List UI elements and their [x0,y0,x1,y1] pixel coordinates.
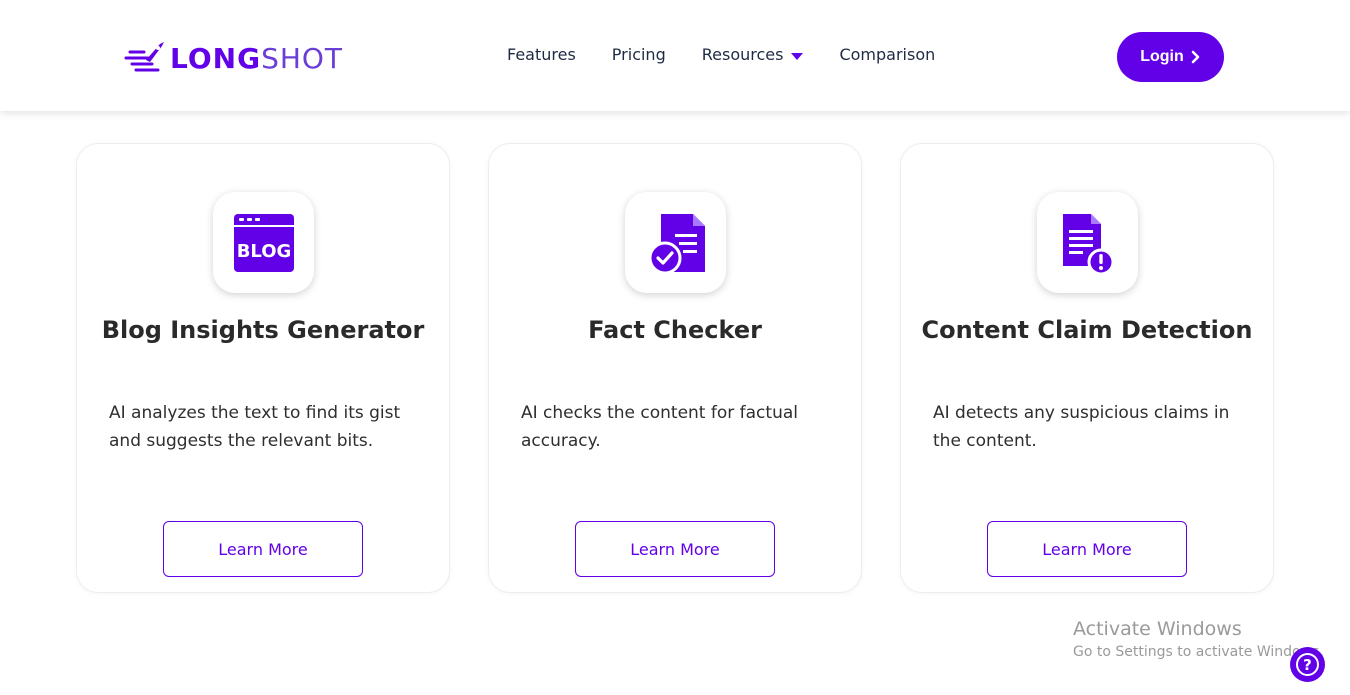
rocket-logo-icon [124,42,164,72]
logo-wordmark: LONGSHOT [170,42,343,75]
learn-more-button[interactable]: Learn More [163,521,363,577]
nav-item-resources[interactable]: Resources [702,45,804,64]
feature-icon-box: BLOG [213,192,314,293]
watermark-subtitle: Go to Settings to activate Windows. [1073,644,1324,660]
feature-icon-box [1037,192,1138,293]
nav-item-pricing[interactable]: Pricing [612,45,666,64]
blog-window-icon: BLOG [233,213,294,272]
login-label: Login [1140,48,1184,65]
nav-item-features[interactable]: Features [507,45,576,64]
learn-more-label: Learn More [630,539,720,559]
windows-activation-watermark: Activate Windows Go to Settings to activ… [1073,618,1324,660]
watermark-title: Activate Windows [1073,618,1242,640]
logo-text-shot: SHOT [261,41,344,75]
card-description: AI analyzes the text to find its gist an… [109,403,401,451]
site-header: LONGSHOT Features Pricing Resources Comp… [0,0,1350,111]
feature-icon-box [625,192,726,293]
learn-more-button[interactable]: Learn More [987,521,1187,577]
nav-item-label: Resources [701,45,784,64]
help-button[interactable]: ? [1290,647,1325,682]
card-title: Fact Checker [588,316,762,344]
chevron-right-icon [1191,50,1200,64]
caret-down-icon [791,53,804,60]
longshot-logo[interactable]: LONGSHOT [124,38,343,78]
learn-more-label: Learn More [1042,539,1132,559]
feature-card-content-claim-detection: Content Claim Detection AI detects any s… [900,143,1274,593]
page: LONGSHOT Features Pricing Resources Comp… [0,0,1350,695]
login-button[interactable]: Login [1117,32,1224,82]
card-title: Content Claim Detection [921,316,1253,344]
document-check-icon [648,213,705,274]
learn-more-button[interactable]: Learn More [575,521,775,577]
nav-item-label: Features [507,45,576,64]
nav-item-label: Comparison [839,45,936,64]
blog-icon-text: BLOG [236,241,291,262]
document-alert-icon [1062,213,1114,274]
card-title: Blog Insights Generator [101,316,425,344]
main-nav: Features Pricing Resources Comparison [507,45,971,64]
question-icon: ? [1296,653,1319,676]
logo-text-long: LONG [170,41,262,75]
card-description: AI checks the content for factual accura… [521,403,798,451]
card-description: AI detects any suspicious claims in the … [933,403,1230,451]
feature-card-blog-insights: BLOG Blog Insights Generator AI analyzes… [76,143,450,593]
feature-card-fact-checker: Fact Checker AI checks the content for f… [488,143,862,593]
nav-item-comparison[interactable]: Comparison [839,45,935,64]
question-glyph: ? [1303,655,1312,674]
learn-more-label: Learn More [218,539,308,559]
nav-item-label: Pricing [611,45,666,64]
